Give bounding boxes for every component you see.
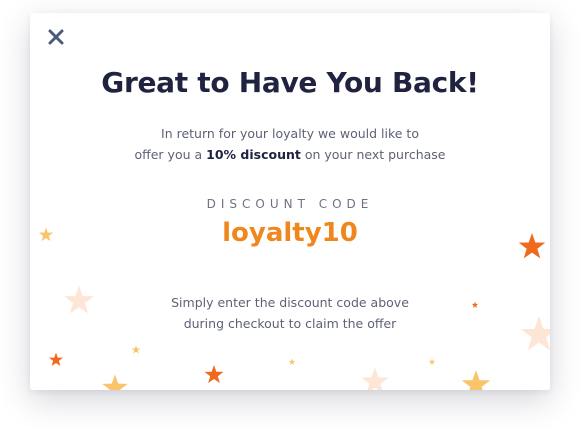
- star-icon: [461, 370, 491, 390]
- star-icon: [204, 365, 224, 384]
- close-button[interactable]: [46, 27, 66, 47]
- instructions-line-2: during checkout to claim the offer: [183, 316, 397, 331]
- modal-title: Great to Have You Back!: [101, 66, 479, 99]
- intro-line-2-prefix: offer you a: [134, 147, 207, 162]
- discount-modal: Great to Have You Back! In return for yo…: [30, 13, 550, 390]
- star-icon: [428, 358, 436, 365]
- instructions-text: Simply enter the discount code above dur…: [30, 292, 550, 334]
- star-icon: [102, 374, 128, 390]
- instructions-line-1: Simply enter the discount code above: [171, 295, 409, 310]
- star-icon: [131, 345, 141, 354]
- discount-code[interactable]: loyalty10: [30, 218, 550, 248]
- intro-line-2: offer you a 10% discount on your next pu…: [30, 144, 550, 165]
- intro-text: In return for your loyalty we would like…: [30, 123, 550, 165]
- discount-code-label: DISCOUNT CODE: [206, 197, 374, 211]
- close-icon: [48, 29, 64, 45]
- intro-line-2-suffix: on your next purchase: [300, 147, 446, 162]
- star-icon: [361, 367, 389, 390]
- intro-line-1: In return for your loyalty we would like…: [161, 126, 419, 141]
- star-icon: [48, 352, 64, 367]
- star-icon: [288, 358, 296, 365]
- discount-amount: 10% discount: [206, 147, 301, 162]
